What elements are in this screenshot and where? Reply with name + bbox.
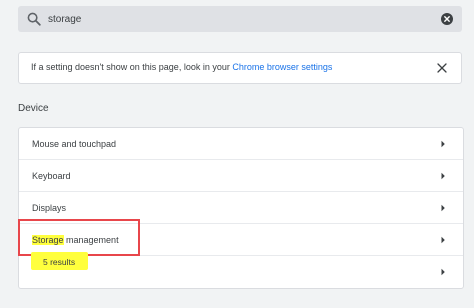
clear-search-icon[interactable] (441, 13, 453, 25)
chevron-right-icon (441, 204, 445, 212)
chrome-browser-settings-link[interactable]: Chrome browser settings (232, 62, 332, 72)
close-icon[interactable] (437, 63, 447, 73)
chevron-right-icon (441, 268, 445, 276)
chevron-right-icon (441, 172, 445, 180)
search-match-highlight: Storage (32, 235, 64, 245)
info-banner-text: If a setting doesn't show on this page, … (31, 62, 332, 72)
list-item-label: Displays (32, 203, 67, 213)
list-item-displays[interactable]: Displays (19, 192, 463, 224)
search-results-count-badge: 5 results (31, 252, 88, 270)
search-input[interactable] (48, 9, 418, 29)
chevron-right-icon (441, 236, 445, 244)
list-item-mouse-and-touchpad[interactable]: Mouse and touchpad (19, 128, 463, 160)
chevron-right-icon (441, 140, 445, 148)
settings-search-bar[interactable] (18, 6, 462, 32)
section-title-device: Device (18, 103, 49, 114)
list-item-keyboard[interactable]: Keyboard (19, 160, 463, 192)
list-item-label-rest: management (63, 235, 119, 245)
info-banner-message: If a setting doesn't show on this page, … (31, 62, 233, 72)
info-banner: If a setting doesn't show on this page, … (18, 52, 462, 84)
search-icon (27, 12, 41, 26)
list-item-label: Mouse and touchpad (32, 139, 117, 149)
results-count-text: 5 results (43, 257, 76, 267)
list-item-label: Keyboard (32, 171, 71, 181)
list-item-label: Storage management (32, 235, 119, 245)
